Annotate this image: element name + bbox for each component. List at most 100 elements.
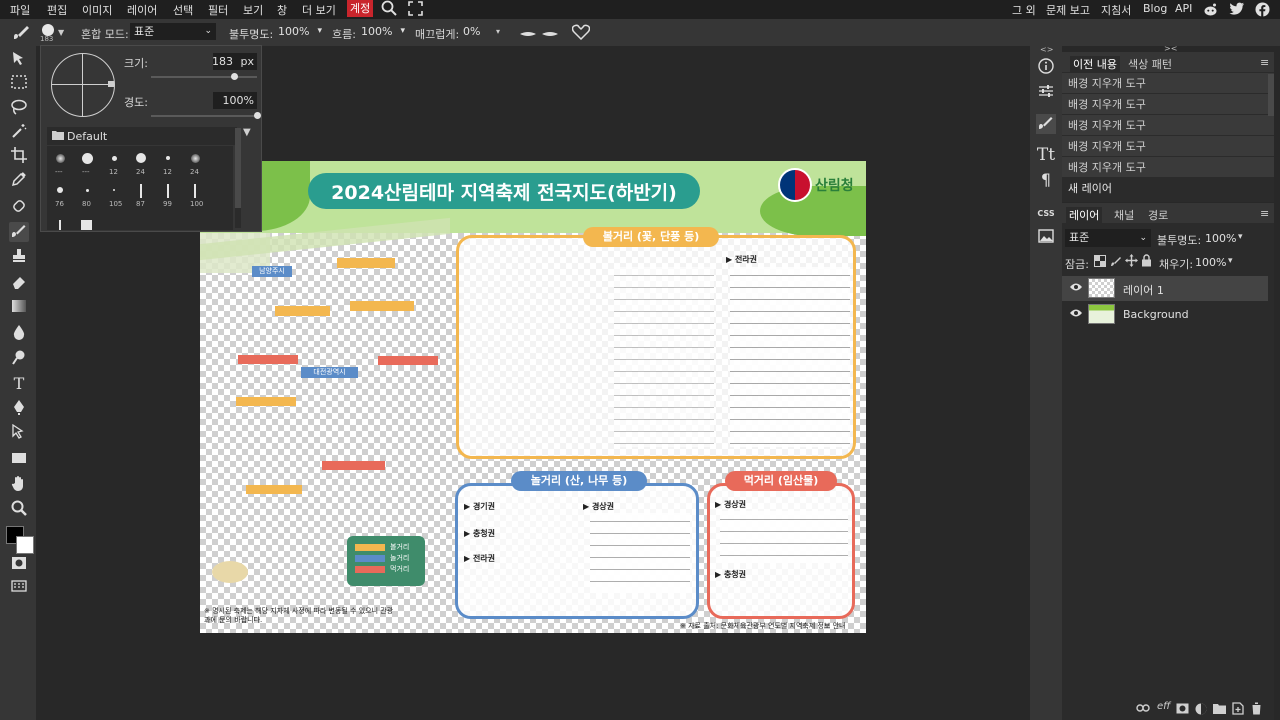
move-tool-icon[interactable] [9, 51, 29, 71]
history-item[interactable]: 배경 지우개 도구 [1062, 94, 1274, 115]
gradient-tool-icon[interactable] [9, 299, 29, 319]
chevron-down-icon[interactable]: ▼ [58, 28, 64, 37]
brush-folder-header[interactable]: Default [47, 127, 237, 145]
menu-blog[interactable]: Blog [1143, 2, 1167, 15]
brush-preset-tip[interactable] [81, 152, 93, 164]
lock-transparency-icon[interactable] [1094, 255, 1106, 270]
image-panel-icon[interactable] [1036, 228, 1056, 248]
background-color-swatch[interactable] [16, 536, 34, 554]
history-item[interactable]: 배경 지우개 도구 [1062, 136, 1274, 157]
healing-brush-icon[interactable] [9, 198, 29, 218]
brush-preset-tip[interactable] [113, 189, 115, 191]
history-item[interactable]: 배경 지우개 도구 [1062, 73, 1274, 94]
layer-row[interactable]: Background [1062, 302, 1268, 327]
paragraph-icon[interactable]: ¶ [1036, 170, 1056, 190]
brush-menu-arrow-icon[interactable]: ▼ [243, 127, 251, 138]
menu-window[interactable]: 창 [277, 2, 287, 18]
pressure-opacity-icon[interactable] [541, 28, 559, 41]
brush-preset-tip[interactable] [167, 184, 169, 198]
hardness-slider-thumb[interactable] [254, 112, 261, 119]
brush-preset-tip[interactable] [111, 155, 117, 161]
text-tool-icon[interactable]: T [9, 374, 29, 394]
menu-account[interactable]: 계정 [347, 0, 374, 17]
brush-angle-dial[interactable] [51, 53, 115, 117]
history-scrollbar[interactable] [1268, 74, 1274, 116]
quick-mask-icon[interactable] [9, 556, 29, 576]
blur-tool-icon[interactable] [9, 324, 29, 344]
size-slider-thumb[interactable] [230, 73, 238, 80]
history-item[interactable]: 배경 지우개 도구 [1062, 157, 1274, 178]
search-icon[interactable] [381, 0, 399, 18]
dodge-tool-icon[interactable] [9, 349, 29, 369]
brush-tool-icon[interactable] [12, 23, 34, 44]
layer-mask-icon[interactable] [1176, 703, 1189, 717]
lock-pixels-icon[interactable] [1110, 255, 1122, 270]
marquee-tool-icon[interactable] [9, 75, 29, 95]
eraser-tool-icon[interactable] [9, 274, 29, 294]
adjustments-icon[interactable] [1036, 83, 1056, 103]
menu-more[interactable]: 더 보기 [302, 2, 336, 18]
pen-tool-icon[interactable] [9, 399, 29, 419]
menu-more-links[interactable]: 그 외 [1012, 2, 1036, 18]
lock-all-icon[interactable] [1141, 254, 1152, 270]
character-icon[interactable]: Tt [1036, 145, 1056, 165]
brush-preset-tip[interactable] [166, 156, 170, 160]
collapse-icon[interactable]: <> [1040, 45, 1053, 54]
hardness-input[interactable]: 100% [213, 92, 257, 109]
menu-image[interactable]: 이미지 [82, 2, 112, 18]
magic-wand-icon[interactable] [9, 123, 29, 143]
visibility-eye-icon[interactable] [1069, 308, 1083, 320]
dial-handle[interactable] [108, 81, 114, 87]
stamp-tool-icon[interactable] [9, 248, 29, 268]
chevron-down-icon[interactable]: ▾ [496, 27, 500, 36]
tab-swatches[interactable]: 색상 패턴 [1128, 56, 1172, 72]
tab-history[interactable]: 이전 내용 [1070, 56, 1120, 72]
lasso-tool-icon[interactable] [9, 99, 29, 119]
new-layer-icon[interactable] [1232, 702, 1244, 718]
tab-layers[interactable]: 레이어 [1066, 207, 1103, 223]
brush-preset-tip[interactable] [59, 220, 61, 230]
new-folder-icon[interactable] [1213, 703, 1226, 717]
menu-layer[interactable]: 레이어 [127, 2, 157, 18]
twitter-icon[interactable] [1229, 2, 1245, 19]
blend-mode-select[interactable]: 표준 ⌄ [130, 23, 216, 40]
link-layers-icon[interactable] [1136, 703, 1150, 716]
adjustment-layer-icon[interactable] [1195, 703, 1207, 718]
heart-brush-icon[interactable] [571, 24, 591, 43]
menu-api[interactable]: API [1175, 2, 1192, 15]
panel-menu-icon[interactable]: ≡ [1260, 207, 1269, 220]
keyboard-icon[interactable] [9, 578, 29, 598]
brush-panel-icon[interactable] [1036, 114, 1056, 134]
opacity-input[interactable]: 100% ▾ [276, 23, 324, 40]
menu-file[interactable]: 파일 [10, 2, 30, 18]
history-item[interactable]: 배경 지우개 도구 [1062, 115, 1274, 136]
menu-filter[interactable]: 필터 [208, 2, 228, 18]
menu-view[interactable]: 보기 [243, 2, 263, 18]
chevron-down-icon[interactable]: ▾ [1228, 256, 1233, 266]
hand-tool-icon[interactable] [9, 475, 29, 495]
hardness-slider[interactable] [151, 112, 261, 119]
brush-list-scrollbar[interactable] [235, 128, 241, 228]
menu-select[interactable]: 선택 [173, 2, 193, 18]
layer-effects-icon[interactable]: eff [1157, 701, 1170, 712]
brush-preset-tip[interactable] [85, 188, 89, 192]
delete-layer-icon[interactable] [1251, 702, 1262, 718]
reddit-icon[interactable] [1203, 2, 1218, 20]
eyedropper-icon[interactable] [9, 171, 29, 191]
size-slider[interactable] [151, 73, 257, 80]
brush-preset-tip[interactable] [57, 187, 63, 193]
pressure-size-icon[interactable] [519, 28, 537, 41]
crop-tool-icon[interactable] [9, 147, 29, 167]
lock-position-icon[interactable] [1125, 254, 1138, 270]
brush-preset-tip[interactable] [136, 153, 146, 163]
path-select-icon[interactable] [9, 423, 29, 444]
tab-paths[interactable]: 경로 [1148, 207, 1168, 223]
brush-preset-tip[interactable] [55, 153, 65, 163]
visibility-eye-icon[interactable] [1069, 282, 1083, 294]
layer-row[interactable]: 레이어 1 [1062, 276, 1268, 301]
shape-tool-icon[interactable] [9, 450, 29, 470]
info-icon[interactable] [1036, 58, 1056, 78]
brush-preset-tip[interactable] [140, 184, 142, 198]
flow-input[interactable]: 100% ▾ [359, 23, 407, 40]
brush-tool-icon[interactable] [9, 222, 29, 242]
